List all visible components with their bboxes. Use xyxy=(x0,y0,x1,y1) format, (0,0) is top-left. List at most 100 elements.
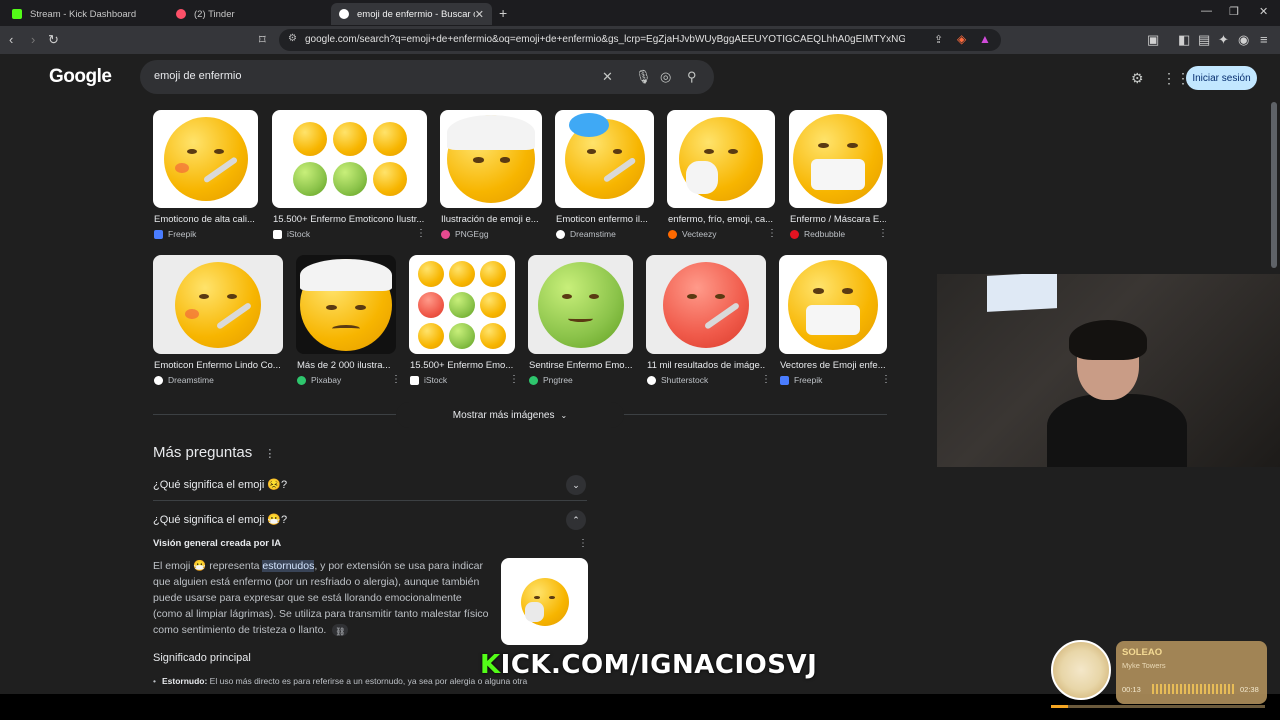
total-time: 02:38 xyxy=(1240,685,1259,694)
image-caption: Emoticon Enfermo Lindo Co... xyxy=(154,360,281,371)
injured-face-emoji xyxy=(300,258,392,351)
sidebar-icon[interactable]: ◧ xyxy=(1178,32,1190,48)
url-text: google.com/search?q=emoji+de+enfermio&oq… xyxy=(305,34,905,45)
istock-icon xyxy=(410,375,419,385)
bookmark-icon[interactable]: ⌑ xyxy=(259,32,266,48)
tab-google-search[interactable]: emoji de enfermio - Buscar con G ✕ xyxy=(331,3,492,25)
vpn-icon[interactable]: ◉ xyxy=(1238,32,1249,48)
image-thumb[interactable] xyxy=(440,110,542,208)
image-thumb[interactable] xyxy=(272,110,427,208)
restore-icon[interactable]: ❐ xyxy=(1229,5,1239,18)
site-info-icon[interactable]: ⚙ xyxy=(288,33,297,44)
tab-tinder[interactable]: (2) Tinder xyxy=(168,3,328,25)
close-window-icon[interactable]: ✕ xyxy=(1259,5,1268,18)
leo-ai-icon[interactable]: ✦ xyxy=(1218,32,1229,48)
question-1[interactable]: ¿Qué significa el emoji 😣? xyxy=(153,478,287,491)
more-options-icon[interactable]: ⋮ xyxy=(509,374,519,385)
sick-emoji-set xyxy=(292,122,407,196)
more-options-icon[interactable]: ⋮ xyxy=(578,538,588,549)
image-thumb[interactable] xyxy=(409,255,515,354)
reload-icon[interactable]: ↻ xyxy=(48,32,59,48)
search-icon[interactable]: ⚲ xyxy=(687,69,697,85)
now-playing-widget: SOLEAO Myke Towers 00:13 02:38 xyxy=(1116,641,1267,704)
share-icon[interactable]: ⇪ xyxy=(934,33,943,46)
lens-icon[interactable]: ◎ xyxy=(660,69,671,85)
image-thumb[interactable] xyxy=(528,255,633,354)
tab-kick-dashboard[interactable]: Stream - Kick Dashboard xyxy=(4,3,164,25)
image-source[interactable]: Dreamstime xyxy=(556,229,616,239)
source-label: Vecteezy xyxy=(682,229,717,239)
brave-rewards-icon[interactable]: ▲ xyxy=(979,32,991,46)
more-options-icon[interactable]: ⋮ xyxy=(391,374,401,385)
link-icon[interactable]: ⛓ xyxy=(332,624,349,637)
image-source[interactable]: Pngtree xyxy=(529,375,573,385)
image-thumb[interactable] xyxy=(153,255,283,354)
more-options-icon[interactable]: ⋮ xyxy=(767,228,777,239)
new-tab-icon[interactable]: + xyxy=(499,5,507,21)
mic-icon[interactable]: 🎙 xyxy=(635,69,652,85)
brave-shield-icon[interactable]: ◈ xyxy=(957,32,966,46)
song-artist: Myke Towers xyxy=(1122,661,1166,670)
image-thumb[interactable] xyxy=(646,255,766,354)
minimize-icon[interactable]: — xyxy=(1201,5,1212,17)
page-scrollbar[interactable] xyxy=(1271,102,1277,268)
streamer-webcam xyxy=(937,274,1280,467)
more-options-icon[interactable]: ⋮ xyxy=(761,374,771,385)
image-source[interactable]: Vecteezy xyxy=(668,229,717,239)
source-label: Pngtree xyxy=(543,375,573,385)
tab-search-icon[interactable]: ▣ xyxy=(1147,32,1159,48)
image-source[interactable]: iStock xyxy=(273,229,310,239)
kick-k-letter: K xyxy=(480,650,501,680)
wall-poster xyxy=(987,274,1057,312)
pngtree-icon xyxy=(529,375,538,385)
image-source[interactable]: Redbubble xyxy=(790,229,845,239)
image-source[interactable]: PNGEgg xyxy=(441,229,489,239)
image-thumb[interactable] xyxy=(153,110,258,208)
image-caption: Más de 2 000 ilustra... xyxy=(297,360,391,371)
more-options-icon[interactable]: ⋮ xyxy=(264,448,275,460)
question-2[interactable]: ¿Qué significa el emoji 😷? xyxy=(153,513,287,526)
tab-label: (2) Tinder xyxy=(194,8,235,20)
show-more-images-button[interactable]: Mostrar más imágenes ⌄ xyxy=(396,402,624,428)
kick-icon xyxy=(12,9,22,19)
image-thumb[interactable] xyxy=(789,110,887,208)
image-source[interactable]: iStock xyxy=(410,375,447,385)
back-icon[interactable]: ‹ xyxy=(9,32,13,48)
image-source[interactable]: Freepik xyxy=(780,375,822,385)
close-tab-icon[interactable]: ✕ xyxy=(475,8,484,21)
wallet-icon[interactable]: ▤ xyxy=(1198,32,1210,48)
answer-image[interactable] xyxy=(501,558,588,645)
answer-highlight[interactable]: estornudos xyxy=(262,560,315,572)
source-label: Pixabay xyxy=(311,375,342,385)
image-thumb[interactable] xyxy=(555,110,654,208)
google-logo[interactable]: Google xyxy=(49,66,112,88)
settings-icon[interactable]: ⚙ xyxy=(1131,70,1144,87)
shutterstock-icon xyxy=(647,375,656,385)
answer-part: El emoji 😷 representa xyxy=(153,560,263,572)
search-input[interactable]: emoji de enfermio xyxy=(154,70,241,82)
image-source[interactable]: Shutterstock xyxy=(647,375,708,385)
image-thumb[interactable] xyxy=(779,255,887,354)
image-caption: 11 mil resultados de imáge... xyxy=(647,360,765,371)
search-box[interactable]: emoji de enfermio ✕ 🎙 ◎ ⚲ xyxy=(140,60,714,94)
more-options-icon[interactable]: ⋮ xyxy=(878,228,888,239)
signin-button[interactable]: Iniciar sesión xyxy=(1186,66,1257,90)
pngegg-icon xyxy=(441,229,450,239)
chevron-up-icon[interactable]: ⌃ xyxy=(566,510,586,530)
forward-icon[interactable]: › xyxy=(31,32,35,48)
image-thumb[interactable] xyxy=(296,255,396,354)
image-source[interactable]: Freepik xyxy=(154,229,196,239)
chevron-down-icon[interactable]: ⌄ xyxy=(566,475,586,495)
more-options-icon[interactable]: ⋮ xyxy=(416,228,426,239)
clear-icon[interactable]: ✕ xyxy=(602,69,613,85)
menu-icon[interactable]: ≡ xyxy=(1260,32,1268,48)
audio-waveform xyxy=(1152,684,1234,694)
image-source[interactable]: Dreamstime xyxy=(154,375,214,385)
more-options-icon[interactable]: ⋮ xyxy=(881,374,891,385)
image-thumb[interactable] xyxy=(667,110,775,208)
redbubble-icon xyxy=(790,229,799,239)
face-with-mask-emoji xyxy=(788,259,878,350)
image-caption: Vectores de Emoji enfe... xyxy=(780,360,886,371)
image-source[interactable]: Pixabay xyxy=(297,375,341,385)
address-bar[interactable]: ⚙ google.com/search?q=emoji+de+enfermio&… xyxy=(279,29,1001,51)
